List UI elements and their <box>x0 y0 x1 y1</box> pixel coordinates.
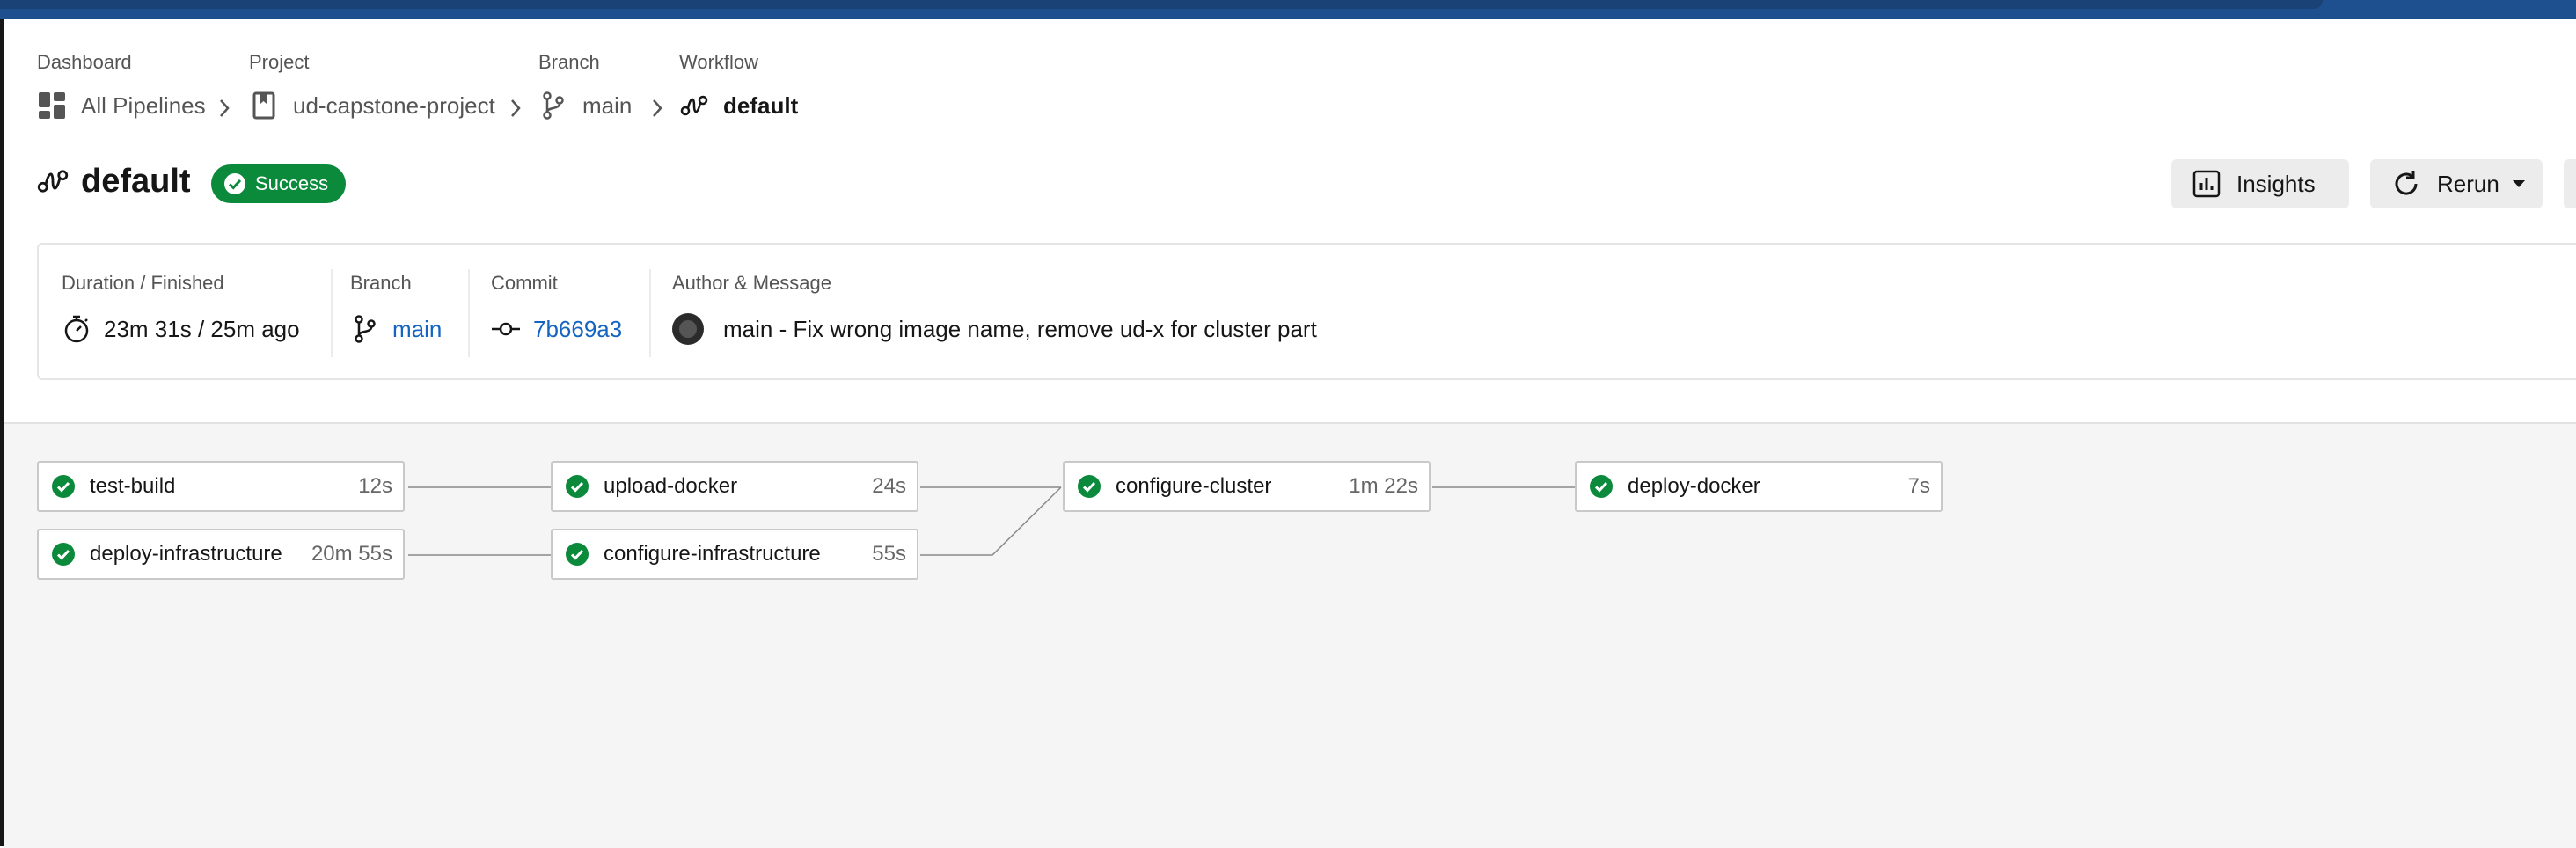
branch-link[interactable]: main <box>392 316 442 343</box>
branch-icon <box>350 314 380 344</box>
commit-message: main - Fix wrong image name, remove ud-x… <box>723 315 1317 342</box>
insights-button[interactable]: Insights <box>2171 159 2349 208</box>
breadcrumb-label: Dashboard <box>37 51 132 73</box>
page-title: default <box>81 163 191 200</box>
check-circle-icon <box>566 475 589 498</box>
job-name: deploy-docker <box>1628 474 1760 498</box>
job-duration: 55s <box>872 542 906 566</box>
summary-duration: Duration / Finished 23m 31s / 25m ago <box>62 269 300 347</box>
breadcrumb-project[interactable]: Project ud-capstone-project <box>249 49 495 123</box>
job-duration: 24s <box>872 474 906 498</box>
job-upload-docker[interactable]: upload-docker 24s <box>551 461 918 512</box>
check-circle-icon <box>224 173 245 194</box>
job-test-build[interactable]: test-build 12s <box>37 461 405 512</box>
workflow-graph: test-build 12s deploy-infrastructure 20m… <box>4 422 2576 848</box>
job-duration: 1m 22s <box>1349 474 1418 498</box>
job-duration: 20m 55s <box>311 542 392 566</box>
rerun-button[interactable]: Rerun <box>2370 159 2543 208</box>
refresh-icon <box>2395 171 2418 195</box>
divider <box>649 269 651 357</box>
rerun-button-label: Rerun <box>2437 170 2499 197</box>
job-deploy-infrastructure[interactable]: deploy-infrastructure 20m 55s <box>37 529 405 580</box>
branch-label: Branch <box>350 272 412 294</box>
breadcrumb-dashboard[interactable]: Dashboard All Pipelines <box>37 49 206 123</box>
caret-down-icon[interactable] <box>2512 179 2526 188</box>
job-configure-cluster[interactable]: configure-cluster 1m 22s <box>1063 461 1431 512</box>
status-badge-label: Success <box>255 172 329 194</box>
commit-label: Commit <box>491 272 558 294</box>
check-circle-icon <box>566 543 589 566</box>
divider <box>468 269 470 357</box>
job-name: test-build <box>90 474 176 498</box>
check-circle-icon <box>52 475 75 498</box>
chevron-right-icon <box>216 95 233 121</box>
breadcrumb-label: Workflow <box>679 51 759 73</box>
workflow-icon <box>37 170 69 193</box>
duration-value: 23m 31s / 25m ago <box>104 315 300 342</box>
job-name: configure-cluster <box>1116 474 1272 498</box>
summary-commit: Commit 7b669a3 <box>491 269 622 347</box>
check-circle-icon <box>52 543 75 566</box>
status-badge: Success <box>211 164 347 203</box>
dashboard-icon <box>37 91 67 121</box>
breadcrumb-value[interactable]: default <box>723 92 798 120</box>
summary-branch: Branch main <box>350 269 442 347</box>
avatar <box>672 313 704 345</box>
chevron-right-icon <box>507 95 524 121</box>
workflow-icon <box>679 91 709 121</box>
branch-icon <box>538 91 568 121</box>
check-circle-icon <box>1590 475 1613 498</box>
commit-link[interactable]: 7b669a3 <box>533 316 622 343</box>
breadcrumb-label: Project <box>249 51 310 73</box>
job-name: upload-docker <box>604 474 738 498</box>
job-name: configure-infrastructure <box>604 542 821 566</box>
chevron-right-icon <box>648 95 666 121</box>
stopwatch-icon <box>62 314 91 344</box>
insights-button-label: Insights <box>2236 170 2316 197</box>
check-circle-icon <box>1078 475 1101 498</box>
breadcrumb-branch[interactable]: Branch main <box>538 49 632 123</box>
pipeline-summary-card: Duration / Finished 23m 31s / 25m ago Br… <box>37 243 2576 380</box>
breadcrumb-value[interactable]: main <box>582 92 632 120</box>
job-configure-infrastructure[interactable]: configure-infrastructure 55s <box>551 529 918 580</box>
more-actions-button[interactable] <box>2564 159 2576 208</box>
divider <box>331 269 333 357</box>
browser-top-bar <box>0 0 2576 19</box>
chart-icon <box>2192 170 2221 198</box>
breadcrumb-label: Branch <box>538 51 600 73</box>
breadcrumb-value[interactable]: ud-capstone-project <box>293 92 495 120</box>
job-duration: 12s <box>358 474 392 498</box>
job-deploy-docker[interactable]: deploy-docker 7s <box>1575 461 1943 512</box>
repo-icon <box>249 91 279 121</box>
browser-tab-strip <box>0 0 2323 9</box>
breadcrumb-value[interactable]: All Pipelines <box>81 92 206 120</box>
commit-icon <box>491 314 521 344</box>
duration-label: Duration / Finished <box>62 272 224 294</box>
job-duration: 7s <box>1907 474 1930 498</box>
author-label: Author & Message <box>672 272 831 294</box>
summary-author-message: Author & Message main - Fix wrong image … <box>672 269 1317 347</box>
breadcrumb-workflow[interactable]: Workflow default <box>679 49 798 123</box>
job-name: deploy-infrastructure <box>90 542 282 566</box>
